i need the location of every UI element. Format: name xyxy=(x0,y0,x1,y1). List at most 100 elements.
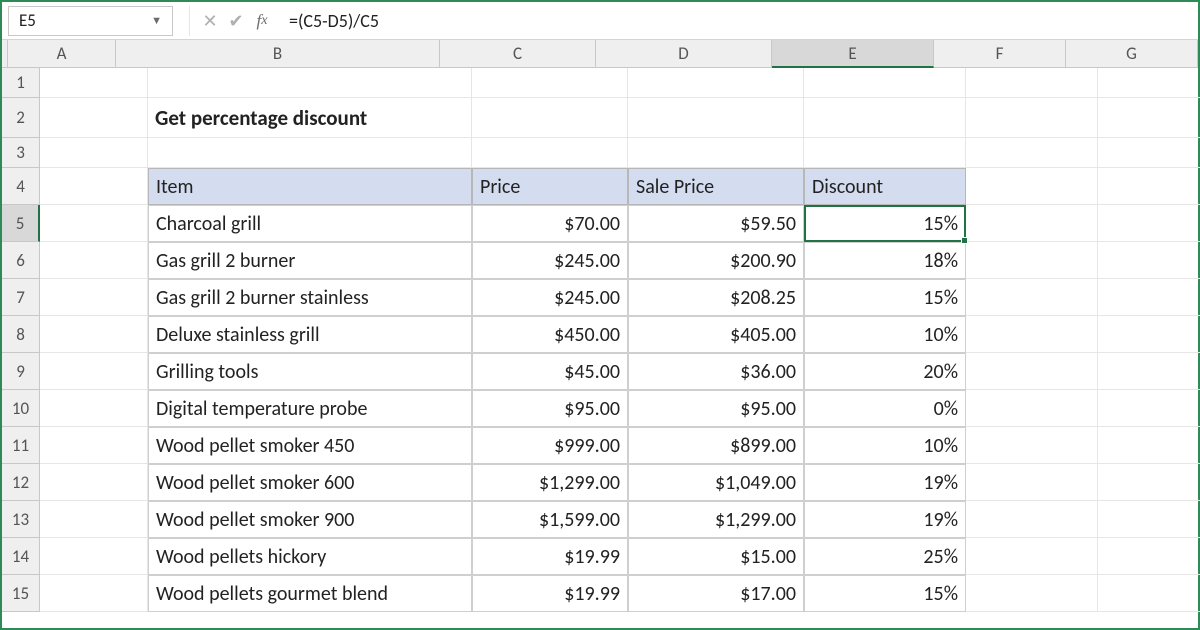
cell-G2[interactable] xyxy=(1098,98,1200,138)
cell-A11[interactable] xyxy=(40,427,148,464)
cell-A10[interactable] xyxy=(40,390,148,427)
cell-A6[interactable] xyxy=(40,242,148,279)
cell-C7[interactable]: $245.00 xyxy=(472,279,628,316)
cell-D8[interactable]: $405.00 xyxy=(628,316,804,353)
cell-B13[interactable]: Wood pellet smoker 900 xyxy=(148,501,472,538)
cell-F10[interactable] xyxy=(966,390,1098,427)
chevron-down-icon[interactable]: ▼ xyxy=(151,14,162,27)
cell-F11[interactable] xyxy=(966,427,1098,464)
cell-D7[interactable]: $208.25 xyxy=(628,279,804,316)
row-header-3[interactable]: 3 xyxy=(2,138,40,168)
column-header-F[interactable]: F xyxy=(934,40,1066,68)
cell-B2[interactable]: Get percentage discount xyxy=(148,98,472,138)
cell-G9[interactable] xyxy=(1098,353,1200,390)
cell-C9[interactable]: $45.00 xyxy=(472,353,628,390)
cell-G6[interactable] xyxy=(1098,242,1200,279)
cell-E12[interactable]: 19% xyxy=(804,464,966,501)
cell-A12[interactable] xyxy=(40,464,148,501)
cell-E13[interactable]: 19% xyxy=(804,501,966,538)
cell-D15[interactable]: $17.00 xyxy=(628,575,804,612)
cell-A2[interactable] xyxy=(40,98,148,138)
cell-B7[interactable]: Gas grill 2 burner stainless xyxy=(148,279,472,316)
column-header-B[interactable]: B xyxy=(116,40,440,68)
cell-G5[interactable] xyxy=(1098,205,1200,242)
cell-D11[interactable]: $899.00 xyxy=(628,427,804,464)
row-header-7[interactable]: 7 xyxy=(2,279,40,316)
cell-E4[interactable]: Discount xyxy=(804,168,966,205)
cell-C8[interactable]: $450.00 xyxy=(472,316,628,353)
row-header-10[interactable]: 10 xyxy=(2,390,40,427)
cell-A9[interactable] xyxy=(40,353,148,390)
column-header-A[interactable]: A xyxy=(8,40,116,68)
cell-E10[interactable]: 0% xyxy=(804,390,966,427)
cell-D3[interactable] xyxy=(628,138,804,168)
cell-F3[interactable] xyxy=(966,138,1098,168)
cell-F7[interactable] xyxy=(966,279,1098,316)
cell-A14[interactable] xyxy=(40,538,148,575)
row-header-13[interactable]: 13 xyxy=(2,501,40,538)
cell-F1[interactable] xyxy=(966,68,1098,98)
cell-F2[interactable] xyxy=(966,98,1098,138)
row-header-5[interactable]: 5 xyxy=(2,205,40,242)
column-header-D[interactable]: D xyxy=(596,40,772,68)
cell-C11[interactable]: $999.00 xyxy=(472,427,628,464)
cell-G14[interactable] xyxy=(1098,538,1200,575)
cell-B15[interactable]: Wood pellets gourmet blend xyxy=(148,575,472,612)
cell-F13[interactable] xyxy=(966,501,1098,538)
row-header-4[interactable]: 4 xyxy=(2,168,40,205)
row-header-12[interactable]: 12 xyxy=(2,464,40,501)
cell-A3[interactable] xyxy=(40,138,148,168)
cell-C13[interactable]: $1,599.00 xyxy=(472,501,628,538)
cell-E9[interactable]: 20% xyxy=(804,353,966,390)
cell-B3[interactable] xyxy=(148,138,472,168)
cell-A4[interactable] xyxy=(40,168,148,205)
cell-D5[interactable]: $59.50 xyxy=(628,205,804,242)
cell-C12[interactable]: $1,299.00 xyxy=(472,464,628,501)
cell-C2[interactable] xyxy=(472,98,628,138)
cell-C5[interactable]: $70.00 xyxy=(472,205,628,242)
cell-A15[interactable] xyxy=(40,575,148,612)
cell-B5[interactable]: Charcoal grill xyxy=(148,205,472,242)
row-header-11[interactable]: 11 xyxy=(2,427,40,464)
cell-D10[interactable]: $95.00 xyxy=(628,390,804,427)
cell-D4[interactable]: Sale Price xyxy=(628,168,804,205)
cell-C1[interactable] xyxy=(472,68,628,98)
cell-B8[interactable]: Deluxe stainless grill xyxy=(148,316,472,353)
cell-C10[interactable]: $95.00 xyxy=(472,390,628,427)
cell-D6[interactable]: $200.90 xyxy=(628,242,804,279)
cell-G12[interactable] xyxy=(1098,464,1200,501)
cell-C14[interactable]: $19.99 xyxy=(472,538,628,575)
cell-A13[interactable] xyxy=(40,501,148,538)
cell-E15[interactable]: 15% xyxy=(804,575,966,612)
cell-C4[interactable]: Price xyxy=(472,168,628,205)
cell-G10[interactable] xyxy=(1098,390,1200,427)
column-header-E[interactable]: E xyxy=(772,40,934,68)
cell-G8[interactable] xyxy=(1098,316,1200,353)
cell-G3[interactable] xyxy=(1098,138,1200,168)
cell-F9[interactable] xyxy=(966,353,1098,390)
cell-D12[interactable]: $1,049.00 xyxy=(628,464,804,501)
cell-E5[interactable]: 15% xyxy=(804,205,966,242)
cancel-formula-button[interactable]: ✕ xyxy=(197,6,223,36)
cell-C3[interactable] xyxy=(472,138,628,168)
cell-E7[interactable]: 15% xyxy=(804,279,966,316)
cell-D13[interactable]: $1,299.00 xyxy=(628,501,804,538)
cell-B12[interactable]: Wood pellet smoker 600 xyxy=(148,464,472,501)
cell-E11[interactable]: 10% xyxy=(804,427,966,464)
cell-E6[interactable]: 18% xyxy=(804,242,966,279)
cell-D1[interactable] xyxy=(628,68,804,98)
cell-E14[interactable]: 25% xyxy=(804,538,966,575)
cell-D14[interactable]: $15.00 xyxy=(628,538,804,575)
cell-G1[interactable] xyxy=(1098,68,1200,98)
cell-B10[interactable]: Digital temperature probe xyxy=(148,390,472,427)
row-header-6[interactable]: 6 xyxy=(2,242,40,279)
cell-G7[interactable] xyxy=(1098,279,1200,316)
cell-B11[interactable]: Wood pellet smoker 450 xyxy=(148,427,472,464)
cell-F8[interactable] xyxy=(966,316,1098,353)
cell-G15[interactable] xyxy=(1098,575,1200,612)
row-header-9[interactable]: 9 xyxy=(2,353,40,390)
row-header-14[interactable]: 14 xyxy=(2,538,40,575)
row-header-15[interactable]: 15 xyxy=(2,575,40,612)
cell-G13[interactable] xyxy=(1098,501,1200,538)
row-header-8[interactable]: 8 xyxy=(2,316,40,353)
